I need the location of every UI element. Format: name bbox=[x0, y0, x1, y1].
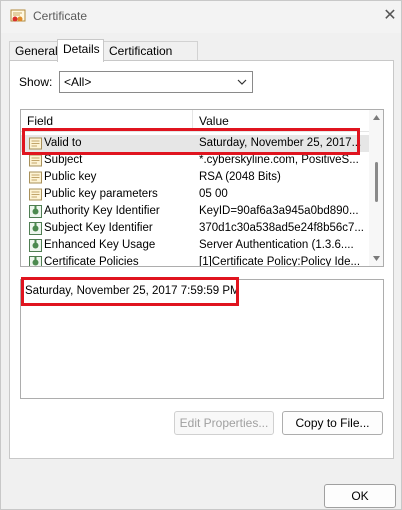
field-value: 370d1c30a538ad5e24f8b56c7... bbox=[199, 222, 364, 234]
field-name: Subject bbox=[44, 154, 83, 166]
field-name: Public key parameters bbox=[44, 188, 158, 200]
field-name: Authority Key Identifier bbox=[44, 205, 160, 217]
ok-button[interactable]: OK bbox=[324, 484, 396, 508]
certificate-icon bbox=[10, 9, 26, 22]
extension-icon bbox=[29, 256, 42, 266]
list-row-certificate-policies[interactable]: Certificate Policies [1]Certificate Poli… bbox=[21, 254, 369, 267]
list-row-enhanced-key-usage[interactable]: Enhanced Key Usage Server Authentication… bbox=[21, 237, 369, 254]
show-select-value: <All> bbox=[64, 75, 92, 89]
tab-certification-path[interactable]: Certification Path bbox=[103, 41, 198, 76]
tab-details[interactable]: Details bbox=[57, 39, 104, 62]
edit-properties-button[interactable]: Edit Properties... bbox=[174, 411, 274, 435]
scroll-up-icon[interactable] bbox=[372, 114, 381, 122]
list-row-authority-key-identifier[interactable]: Authority Key Identifier KeyID=90af6a3a9… bbox=[21, 203, 369, 220]
close-icon: ✕ bbox=[383, 7, 397, 24]
certificate-dialog: Certificate ✕ General Details Certificat… bbox=[0, 0, 402, 510]
window-title: Certificate bbox=[33, 9, 88, 23]
field-value: Server Authentication (1.3.6.... bbox=[199, 239, 354, 251]
list-scrollbar[interactable] bbox=[369, 110, 383, 266]
field-value: *.cyberskyline.com, PositiveS... bbox=[199, 154, 359, 166]
list-row-subject-key-identifier[interactable]: Subject Key Identifier 370d1c30a538ad5e2… bbox=[21, 220, 369, 237]
field-name: Public key bbox=[44, 171, 97, 183]
tab-general[interactable]: General bbox=[9, 41, 58, 61]
scroll-down-icon[interactable] bbox=[372, 254, 381, 262]
title-bar: Certificate ✕ bbox=[1, 1, 401, 33]
chevron-down-icon bbox=[237, 79, 247, 85]
field-name: Certificate Policies bbox=[44, 256, 139, 267]
list-row-public-key[interactable]: Public key RSA (2048 Bits) bbox=[21, 169, 369, 186]
certificate-field-icon bbox=[29, 154, 42, 167]
list-row-public-key-parameters[interactable]: Public key parameters 05 00 bbox=[21, 186, 369, 203]
show-label: Show: bbox=[19, 75, 53, 89]
field-value: KeyID=90af6a3a945a0bd890... bbox=[199, 205, 359, 217]
certificate-field-icon bbox=[29, 171, 42, 184]
extension-icon bbox=[29, 205, 42, 218]
close-button[interactable]: ✕ bbox=[379, 5, 401, 27]
field-name: Subject Key Identifier bbox=[44, 222, 153, 234]
highlight-box-valid-to bbox=[22, 128, 360, 155]
certificate-field-icon bbox=[29, 188, 42, 201]
show-select[interactable]: <All> bbox=[59, 71, 253, 93]
field-value: [1]Certificate Policy:Policy Ide... bbox=[199, 256, 361, 267]
extension-icon bbox=[29, 239, 42, 252]
extension-icon bbox=[29, 222, 42, 235]
copy-to-file-button[interactable]: Copy to File... bbox=[282, 411, 383, 435]
highlight-box-detail bbox=[21, 277, 239, 306]
scrollbar-thumb[interactable] bbox=[375, 162, 378, 202]
field-value: 05 00 bbox=[199, 188, 228, 200]
field-value: RSA (2048 Bits) bbox=[199, 171, 281, 183]
field-name: Enhanced Key Usage bbox=[44, 239, 156, 251]
